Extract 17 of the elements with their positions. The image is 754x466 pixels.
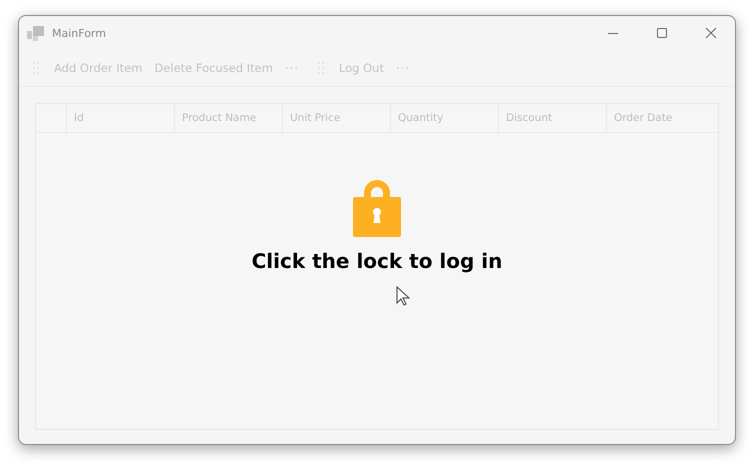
grip-icon[interactable] — [318, 62, 324, 74]
column-header[interactable]: Order Date — [607, 104, 718, 132]
grip-icon[interactable] — [33, 62, 39, 74]
window-title: MainForm — [52, 26, 106, 40]
column-header[interactable]: Unit Price — [283, 104, 391, 132]
lock-icon[interactable] — [353, 177, 401, 237]
overflow-button[interactable]: ··· — [280, 57, 304, 79]
app-icon — [27, 26, 44, 40]
column-header[interactable]: Id — [67, 104, 175, 132]
column-header[interactable]: Discount — [499, 104, 607, 132]
login-message: Click the lock to log in — [252, 249, 502, 273]
close-icon — [704, 27, 716, 39]
column-header[interactable]: Quantity — [391, 104, 499, 132]
overflow-button[interactable]: ··· — [390, 57, 415, 79]
maximize-icon — [656, 27, 668, 39]
cursor-icon — [396, 286, 410, 306]
column-header[interactable]: Product Name — [175, 104, 283, 132]
